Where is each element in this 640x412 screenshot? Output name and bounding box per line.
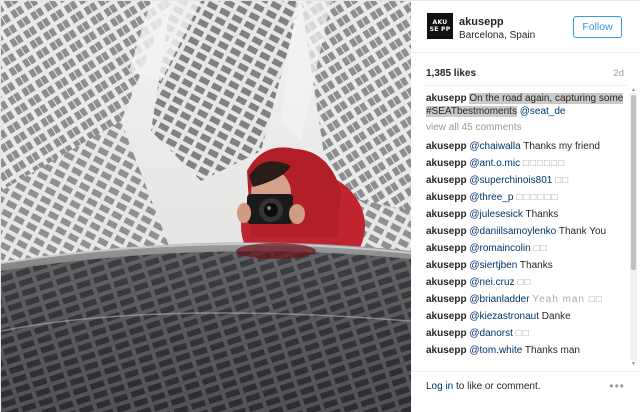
view-all-comments-link[interactable]: view all 45 comments: [426, 121, 624, 134]
login-rest-text: to like or comment.: [453, 381, 541, 392]
comment-text: □□: [533, 243, 548, 254]
comment-row: akusepp @three_p □□□□□□: [426, 189, 624, 206]
comment-mention[interactable]: @brianladder: [469, 294, 529, 305]
comment-rows: akusepp @chaiwalla Thanks my friend akuse…: [426, 138, 624, 359]
post-caption: akusepp On the road again, capturing som…: [426, 92, 624, 118]
comment-username[interactable]: akusepp: [426, 175, 467, 186]
comment-row: akusepp @siertjben Thanks: [426, 257, 624, 274]
comment-mention[interactable]: @daniilsamoylenko: [469, 226, 556, 237]
comment-text: □□: [517, 277, 532, 288]
post-header: AKU SE PP akusepp Barcelona, Spain Follo…: [411, 1, 640, 53]
post-age[interactable]: 2d: [613, 68, 624, 79]
location-link[interactable]: Barcelona, Spain: [459, 30, 535, 41]
comment-text: Thanks man: [524, 345, 580, 356]
comment-text: □□□□□□: [522, 158, 566, 169]
follow-button[interactable]: Follow: [573, 16, 622, 38]
likes-count[interactable]: 1,385 likes: [426, 68, 476, 79]
caption-mention[interactable]: @seat_de: [520, 106, 566, 117]
comment-mention[interactable]: @tom.white: [469, 345, 522, 356]
comment-row: akusepp @ant.o.mic □□□□□□: [426, 155, 624, 172]
comment-mention[interactable]: @three_p: [469, 192, 513, 203]
comment-username[interactable]: akusepp: [426, 294, 467, 305]
photo-image: [1, 1, 411, 412]
comment-username[interactable]: akusepp: [426, 345, 467, 356]
avatar-text: AKU SE PP: [429, 19, 451, 33]
caption-username[interactable]: akusepp: [426, 93, 467, 104]
comment-text: Thanks my friend: [523, 141, 600, 152]
post-sidebar: AKU SE PP akusepp Barcelona, Spain Follo…: [411, 1, 640, 412]
comment-row: akusepp @nei.cruz □□: [426, 274, 624, 291]
instagram-post: AKU SE PP akusepp Barcelona, Spain Follo…: [0, 0, 640, 412]
comment-row: akusepp @chaiwalla Thanks my friend: [426, 138, 624, 155]
comment-mention[interactable]: @romaincolin: [469, 243, 530, 254]
header-username[interactable]: akusepp: [459, 16, 504, 28]
comment-username[interactable]: akusepp: [426, 277, 467, 288]
avatar[interactable]: AKU SE PP: [427, 13, 453, 39]
comment-text: Thank You: [558, 226, 607, 237]
scroll-down-icon[interactable]: ▼: [630, 361, 637, 367]
comment-username[interactable]: akusepp: [426, 226, 467, 237]
comment-text: □□□□□□: [516, 192, 559, 203]
post-photo[interactable]: [1, 1, 411, 412]
comment-mention[interactable]: @kiezastronaut: [469, 311, 539, 322]
comment-row: akusepp @tom.white Thanks man: [426, 342, 624, 359]
login-link[interactable]: Log in: [426, 381, 453, 392]
comment-text: Thanks: [525, 209, 559, 220]
login-prompt: Log in to like or comment.: [426, 381, 541, 392]
post-footer: Log in to like or comment. •••: [411, 371, 640, 412]
comment-row: akusepp @danorst □□: [426, 325, 624, 342]
comments-list: akusepp On the road again, capturing som…: [426, 92, 624, 364]
comment-text: Danke: [541, 311, 571, 322]
divider: [425, 85, 627, 86]
comment-mention[interactable]: @julesesick: [469, 209, 523, 220]
ellipsis-icon[interactable]: •••: [609, 379, 625, 393]
comment-username[interactable]: akusepp: [426, 311, 467, 322]
comment-row: akusepp @daniilsamoylenko Thank You: [426, 223, 624, 240]
comment-mention[interactable]: @ant.o.mic: [469, 158, 520, 169]
comment-username[interactable]: akusepp: [426, 192, 467, 203]
comment-username[interactable]: akusepp: [426, 158, 467, 169]
comment-row: akusepp @julesesick Thanks: [426, 206, 624, 223]
comment-text: □□: [515, 328, 530, 339]
comment-mention[interactable]: @siertjben: [469, 260, 517, 271]
comment-username[interactable]: akusepp: [426, 328, 467, 339]
comment-row: akusepp @romaincolin □□: [426, 240, 624, 257]
comment-mention[interactable]: @nei.cruz: [469, 277, 514, 288]
comment-mention[interactable]: @danorst: [469, 328, 513, 339]
comment-text: □□: [555, 175, 570, 186]
comments-scrollbar[interactable]: ▲ ▼: [630, 87, 637, 367]
comment-text: Thanks: [519, 260, 553, 271]
scrollbar-thumb[interactable]: [631, 95, 636, 270]
comment-text: Yeah man □□: [532, 294, 603, 305]
comment-mention[interactable]: @superchinois801: [469, 175, 552, 186]
comment-row: akusepp @brianladder Yeah man □□: [426, 291, 624, 308]
comment-username[interactable]: akusepp: [426, 209, 467, 220]
comment-row: akusepp @kiezastronaut Danke: [426, 308, 624, 325]
comment-mention[interactable]: @chaiwalla: [469, 141, 520, 152]
scroll-up-icon[interactable]: ▲: [630, 87, 637, 93]
comment-row: akusepp @superchinois801 □□: [426, 172, 624, 189]
comment-username[interactable]: akusepp: [426, 260, 467, 271]
comment-username[interactable]: akusepp: [426, 141, 467, 152]
comment-username[interactable]: akusepp: [426, 243, 467, 254]
